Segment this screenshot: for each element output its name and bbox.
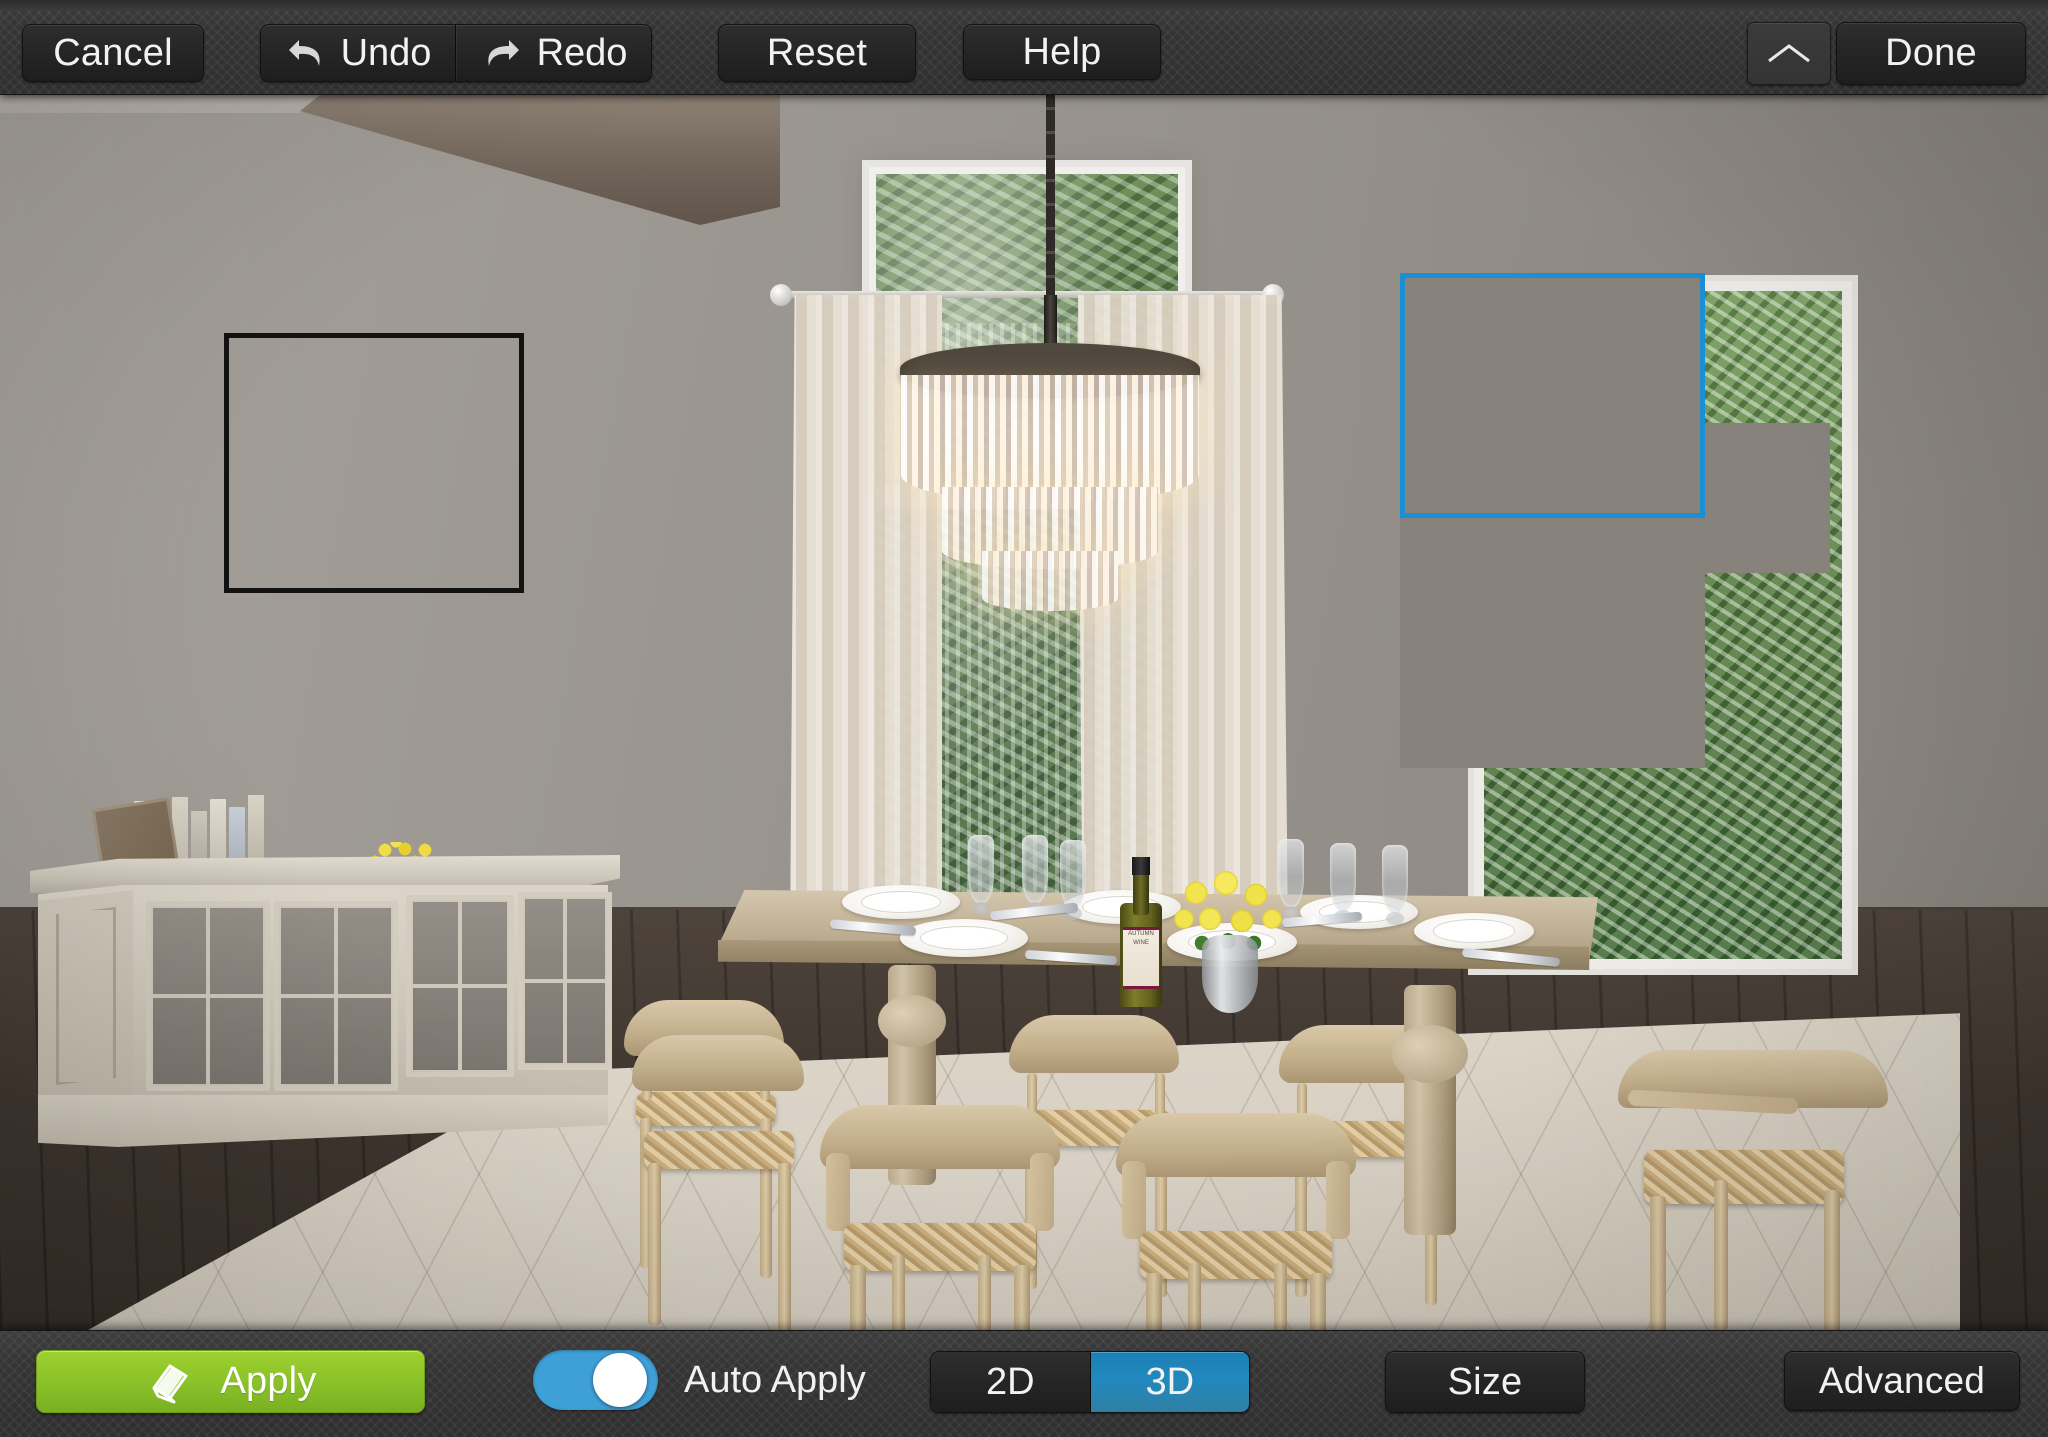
sideboard-side-inset: [56, 907, 116, 1085]
wine-bottle[interactable]: AUTUMN WINE: [1120, 857, 1162, 1007]
redo-arrow-icon: [481, 34, 523, 72]
chandelier-tier-1: [901, 375, 1199, 503]
sideboard-glass-door[interactable]: [146, 901, 270, 1091]
redo-button-label: Redo: [536, 31, 628, 74]
auto-apply-toggle[interactable]: [533, 1350, 658, 1410]
undo-button-label: Undo: [340, 31, 432, 74]
table-leg-turning: [878, 995, 946, 1047]
dining-chair[interactable]: [1116, 1113, 1356, 1330]
view-mode-3d-label: 3D: [1145, 1360, 1195, 1403]
eraser-icon: [144, 1358, 196, 1406]
view-mode-3d[interactable]: 3D: [1089, 1352, 1249, 1412]
apply-button-label: Apply: [220, 1360, 317, 1402]
redo-button[interactable]: Redo: [456, 25, 651, 81]
sideboard-glass-door[interactable]: [274, 901, 398, 1091]
auto-apply-toggle-knob: [593, 1353, 647, 1407]
dinner-plate[interactable]: [1414, 913, 1534, 949]
top-toolbar: Cancel Undo Redo Reset Help Done: [0, 0, 2048, 95]
table-leg-turning: [1392, 1025, 1468, 1083]
chevron-up-icon: [1765, 41, 1813, 67]
advanced-button-label: Advanced: [1818, 1360, 1986, 1401]
chandelier[interactable]: [900, 95, 1200, 611]
undo-arrow-icon: [285, 34, 327, 72]
artwork-placeholder[interactable]: [224, 333, 524, 593]
table-leg: [1404, 985, 1456, 1235]
wine-label-line1: AUTUMN: [1128, 931, 1154, 937]
size-button-label: Size: [1447, 1360, 1523, 1403]
wine-glass[interactable]: [968, 835, 994, 915]
apply-button[interactable]: Apply: [36, 1350, 425, 1413]
view-mode-2d-label: 2D: [985, 1360, 1035, 1403]
silver-vase: [1202, 935, 1258, 1013]
flower-arrangement[interactable]: [1168, 863, 1288, 1013]
reset-button-label: Reset: [766, 31, 868, 74]
reset-button[interactable]: Reset: [718, 24, 916, 82]
help-button[interactable]: Help: [963, 24, 1161, 80]
dining-chair[interactable]: [820, 1105, 1060, 1330]
help-button-label: Help: [1022, 30, 1102, 73]
bottom-toolbar: Apply Auto Apply 2D 3D Size Advanced: [0, 1330, 2048, 1437]
curtain-rod-finial-left: [770, 284, 792, 306]
chandelier-tier-3: [982, 551, 1118, 611]
chandelier-chain: [1046, 95, 1055, 307]
cancel-button[interactable]: Cancel: [22, 24, 204, 82]
sideboard-base: [38, 1095, 608, 1147]
wine-bottle-capsule: [1132, 857, 1150, 875]
done-button-label: Done: [1885, 32, 1977, 74]
dining-chair[interactable]: [1618, 1050, 1888, 1330]
wine-bottle-label: AUTUMN WINE: [1123, 927, 1159, 989]
wine-glass[interactable]: [1330, 843, 1356, 923]
wine-glass[interactable]: [1022, 835, 1048, 915]
sideboard-cabinet[interactable]: [30, 795, 620, 1147]
size-button[interactable]: Size: [1385, 1351, 1585, 1413]
sideboard-glass-door[interactable]: [406, 895, 514, 1077]
sideboard-glass-door[interactable]: [518, 892, 612, 1070]
dining-chair[interactable]: [628, 1035, 808, 1330]
done-button[interactable]: Done: [1836, 22, 2026, 85]
undo-button[interactable]: Undo: [261, 25, 456, 81]
view-mode-2d[interactable]: 2D: [931, 1352, 1090, 1412]
wine-glass[interactable]: [1060, 840, 1086, 920]
auto-apply-control: Auto Apply: [533, 1350, 866, 1410]
auto-apply-label: Auto Apply: [684, 1358, 866, 1401]
collapse-panel-button[interactable]: [1747, 22, 1831, 85]
view-mode-segmented-control: 2D 3D: [930, 1351, 1250, 1413]
wine-label-line2: WINE: [1133, 940, 1149, 946]
scene-viewport[interactable]: AUTUMN WINE: [0, 95, 2048, 1330]
undo-redo-group: Undo Redo: [260, 24, 652, 82]
wine-glass[interactable]: [1382, 845, 1408, 925]
app-root: AUTUMN WINE Cancel Undo Redo Reset Help …: [0, 0, 2048, 1437]
cancel-button-label: Cancel: [53, 31, 173, 74]
dinner-plate[interactable]: [900, 919, 1028, 957]
dinner-plate[interactable]: [842, 885, 960, 919]
advanced-button[interactable]: Advanced: [1784, 1351, 2020, 1411]
selection-rectangle[interactable]: [1400, 273, 1705, 518]
